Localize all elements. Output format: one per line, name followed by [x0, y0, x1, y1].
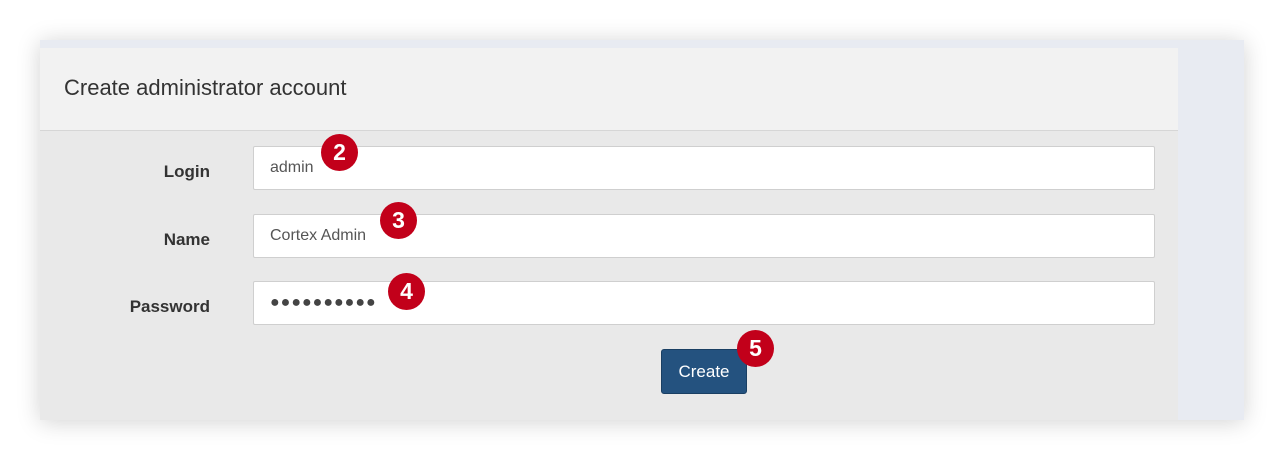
create-admin-panel: Create administrator account Login admin… [40, 48, 1178, 420]
password-label: Password [129, 297, 210, 316]
step-badge-name: 3 [380, 202, 417, 239]
panel-title: Create administrator account [64, 75, 347, 100]
create-button[interactable]: Create [661, 349, 747, 394]
step-badge-login: 2 [321, 134, 358, 171]
login-label: Login [163, 162, 210, 181]
panel-header: Create administrator account [40, 48, 1178, 131]
name-label: Name [163, 230, 210, 249]
step-badge-create: 5 [737, 330, 774, 367]
login-input[interactable]: admin [253, 146, 1155, 190]
window-frame: Create administrator account Login admin… [40, 40, 1244, 420]
step-badge-password: 4 [388, 273, 425, 310]
